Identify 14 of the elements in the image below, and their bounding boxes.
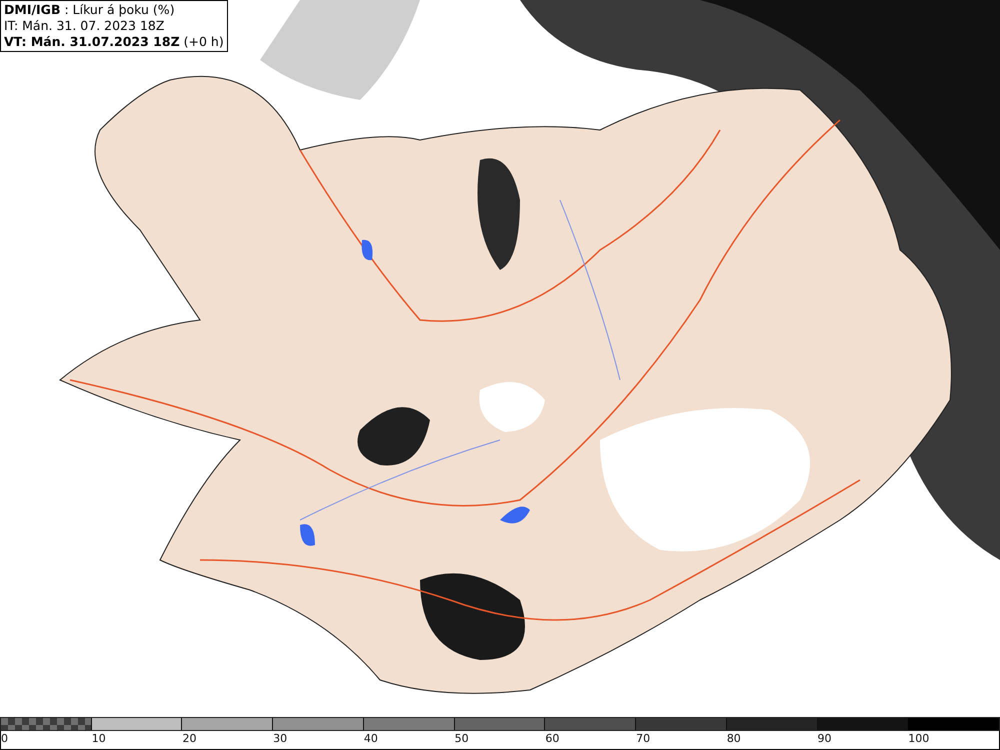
scale-label: 40 xyxy=(364,731,378,747)
scale-label: 100 xyxy=(908,731,930,747)
scale-label: 90 xyxy=(818,731,832,747)
scale-label: 70 xyxy=(636,731,650,747)
scale-label: 60 xyxy=(545,731,560,747)
scale-label: 0 xyxy=(1,731,8,747)
scale-label: 20 xyxy=(182,731,196,747)
scale-label: 10 xyxy=(92,731,106,747)
scale-label: 50 xyxy=(454,731,469,747)
header-line: DMI/IGB : Líkur á þoku (%) xyxy=(4,2,176,18)
header-line: IT: Mán. 31. 07. 2023 18Z xyxy=(4,18,166,34)
header-line: VT: Mán. 31.07.2023 18Z (+0 h) xyxy=(4,34,224,50)
scale-label: 80 xyxy=(726,731,741,747)
scale-label: 30 xyxy=(273,731,288,747)
